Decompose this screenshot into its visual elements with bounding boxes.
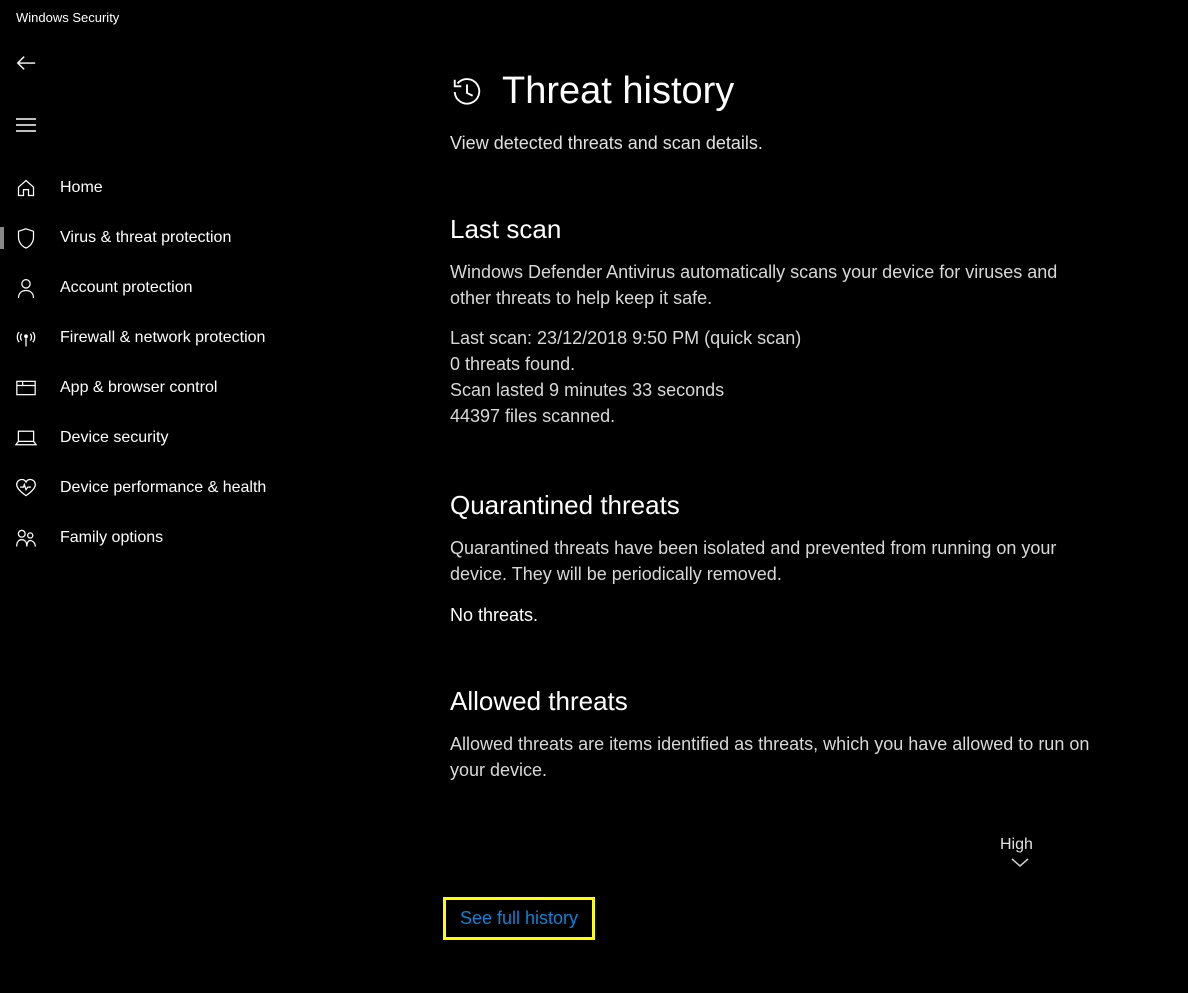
sidebar-item-label: Account protection	[60, 279, 193, 297]
main-content: Threat history View detected threats and…	[450, 70, 1090, 797]
hamburger-button[interactable]	[2, 101, 50, 149]
back-arrow-icon	[15, 52, 37, 74]
see-full-history-link[interactable]: See full history	[443, 897, 595, 940]
quarantined-status: No threats.	[450, 605, 1090, 626]
app-window-icon	[14, 376, 38, 400]
family-icon	[14, 526, 38, 550]
sidebar-item-label: Firewall & network protection	[60, 329, 265, 347]
last-scan-threats-found: 0 threats found.	[450, 351, 1090, 377]
allowed-title: Allowed threats	[450, 686, 1090, 717]
last-scan-desc: Windows Defender Antivirus automatically…	[450, 259, 1090, 311]
sidebar-item-label: Device security	[60, 429, 168, 447]
allowed-desc: Allowed threats are items identified as …	[450, 731, 1090, 783]
last-scan-title: Last scan	[450, 214, 1090, 245]
page-subtitle: View detected threats and scan details.	[450, 133, 1090, 154]
person-icon	[14, 276, 38, 300]
quarantined-desc: Quarantined threats have been isolated a…	[450, 535, 1090, 587]
sidebar-item-label: Device performance & health	[60, 479, 266, 497]
titlebar-app-title: Windows Security	[0, 0, 1188, 35]
laptop-icon	[14, 426, 38, 450]
last-scan-duration: Scan lasted 9 minutes 33 seconds	[450, 377, 1090, 403]
sidebar-item-label: Virus & threat protection	[60, 229, 231, 247]
shield-icon	[14, 226, 38, 250]
home-icon	[14, 176, 38, 200]
heart-icon	[14, 476, 38, 500]
back-button[interactable]	[2, 39, 50, 87]
chevron-down-icon	[1000, 858, 1033, 868]
last-scan-timestamp: Last scan: 23/12/2018 9:50 PM (quick sca…	[450, 325, 1090, 351]
sort-label: High	[1000, 836, 1033, 854]
sort-dropdown[interactable]: High	[1000, 836, 1033, 868]
sidebar-item-label: App & browser control	[60, 379, 217, 397]
quarantined-title: Quarantined threats	[450, 490, 1090, 521]
last-scan-files-scanned: 44397 files scanned.	[450, 403, 1090, 429]
hamburger-icon	[16, 118, 36, 132]
quarantined-threats-section: Quarantined threats Quarantined threats …	[450, 490, 1090, 626]
last-scan-section: Last scan Windows Defender Antivirus aut…	[450, 214, 1090, 430]
sidebar-item-label: Family options	[60, 529, 163, 547]
antenna-icon	[14, 326, 38, 350]
allowed-threats-section: Allowed threats Allowed threats are item…	[450, 686, 1090, 783]
page-title: Threat history	[502, 70, 734, 113]
sidebar-item-label: Home	[60, 179, 103, 197]
history-icon	[450, 75, 484, 109]
